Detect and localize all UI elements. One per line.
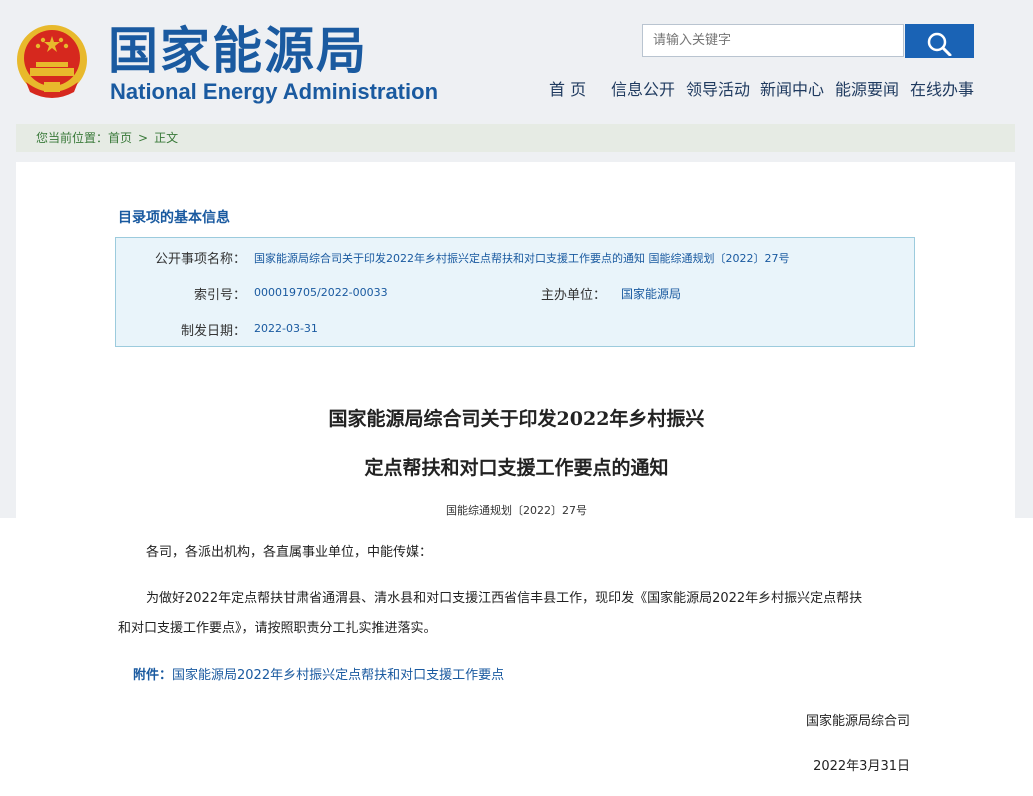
value-issue-date: 2022-03-31: [254, 322, 318, 335]
signature-org: 国家能源局综合司: [805, 714, 910, 729]
search-icon: [927, 32, 951, 56]
breadcrumb-home-link[interactable]: 首页: [108, 124, 132, 152]
value-item-name: 国家能源局综合司关于印发2022年乡村振兴定点帮扶和对口支援工作要点的通知 国能…: [254, 252, 790, 265]
breadcrumb-current: 正文: [154, 131, 179, 145]
search-button[interactable]: [905, 24, 974, 58]
site-title-en[interactable]: National Energy Administration: [110, 78, 438, 106]
nav-info-disclosure[interactable]: 信息公开: [611, 79, 675, 101]
info-section-title: 目录项的基本信息: [118, 210, 230, 226]
nav-online-services[interactable]: 在线办事: [910, 79, 974, 101]
label-index-no: 索引号：: [193, 288, 246, 303]
search-input[interactable]: [642, 24, 904, 57]
document-greeting: 各司，各派出机构，各直属事业单位，中能传媒：: [146, 545, 433, 560]
document-title-line1: 国家能源局综合司关于印发2022年乡村振兴: [328, 408, 705, 430]
label-host-unit: 主办单位：: [540, 288, 606, 303]
nav-leadership[interactable]: 领导活动: [686, 79, 750, 101]
document-title-line2: 定点帮扶和对口支援工作要点的通知: [364, 457, 669, 479]
site-header: 国家能源局 National Energy Administration 首 页…: [0, 0, 1033, 118]
info-table: 公开事项名称： 国家能源局综合司关于印发2022年乡村振兴定点帮扶和对口支援工作…: [115, 237, 915, 347]
document-number: 国能综通规划〔2022〕27号: [446, 504, 587, 517]
label-issue-date: 制发日期：: [180, 324, 246, 339]
value-index-no: 000019705/2022-00033: [254, 286, 388, 299]
signature-date: 2022年3月31日: [813, 759, 910, 774]
breadcrumb-prefix: 您当前位置：: [36, 131, 109, 145]
value-host-unit: 国家能源局: [621, 287, 682, 301]
site-title-cn[interactable]: 国家能源局: [108, 22, 368, 80]
national-emblem-icon: [17, 25, 87, 98]
document-body-line2: 和对口支援工作要点》，请按照职责分工扎实推进落实。: [118, 621, 437, 636]
document-body-line1: 为做好2022年定点帮扶甘肃省通渭县、清水县和对口支援江西省信丰县工作，现印发《…: [146, 591, 863, 606]
label-item-name: 公开事项名称：: [154, 252, 246, 267]
breadcrumb: 您当前位置：首页 > 正文: [16, 124, 1015, 152]
attachment-link[interactable]: 国家能源局2022年乡村振兴定点帮扶和对口支援工作要点: [172, 668, 504, 683]
nav-energy-news[interactable]: 能源要闻: [835, 79, 899, 101]
attachment-label: 附件：: [133, 668, 173, 683]
breadcrumb-separator: >: [138, 131, 149, 145]
nav-home[interactable]: 首 页: [549, 79, 586, 101]
attachment: 附件：国家能源局2022年乡村振兴定点帮扶和对口支援工作要点: [133, 664, 504, 683]
nav-news-center[interactable]: 新闻中心: [760, 79, 824, 101]
